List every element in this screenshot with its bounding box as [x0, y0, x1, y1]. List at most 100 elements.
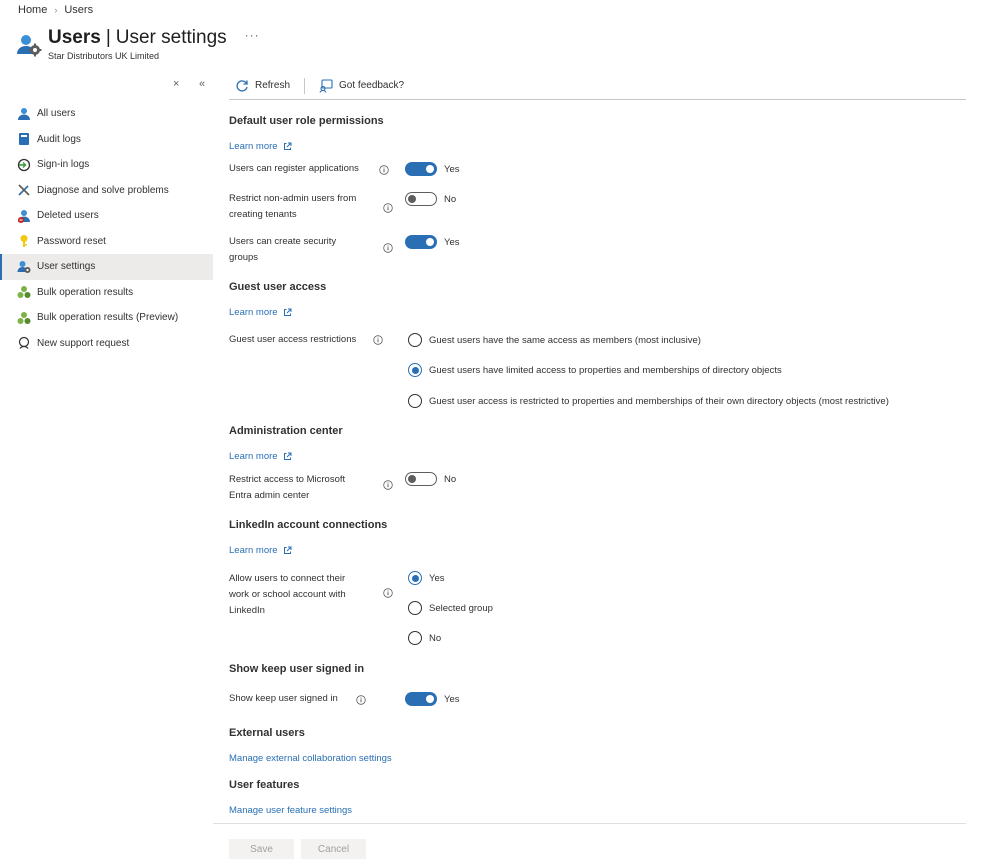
restrict-tenants-label: Restrict non-admin users from creating t…: [229, 193, 357, 220]
user-settings-icon: [17, 260, 31, 273]
user-icon: [18, 107, 30, 120]
radio-button-selected[interactable]: [408, 363, 422, 377]
restrict-tenants-toggle[interactable]: [405, 192, 437, 206]
bulk-icon: [17, 286, 31, 299]
register-apps-label: Users can register applications: [229, 163, 359, 174]
register-apps-toggle[interactable]: [405, 162, 437, 176]
admin-center-toggle-group: No: [405, 472, 456, 486]
chevron-right-icon: ›: [54, 5, 58, 15]
sidebar-item-label: Audit logs: [37, 133, 81, 145]
sidebar-item-new-support-request[interactable]: New support request: [0, 331, 213, 357]
sidebar-item-label: Password reset: [37, 235, 106, 247]
command-bar: Refresh Got feedback?: [229, 72, 966, 100]
save-button[interactable]: Save: [229, 839, 294, 859]
sidebar-item-deleted-users[interactable]: Deleted users: [0, 203, 213, 229]
page-header: Users | User settings Star Distributors UK…: [16, 26, 260, 61]
admin-center-toggle[interactable]: [405, 472, 437, 486]
external-link-icon: [283, 546, 292, 554]
refresh-icon: [236, 79, 248, 92]
sign-in-icon: [17, 158, 31, 171]
security-groups-label: Users can create security groups: [229, 236, 337, 263]
guest-option-limited[interactable]: Guest users have limited access to prope…: [408, 363, 782, 377]
close-icon[interactable]: ×: [173, 78, 179, 90]
user-settings-icon: [17, 35, 42, 57]
tools-icon: [18, 184, 30, 196]
radio-button-selected[interactable]: [408, 571, 422, 585]
sidebar-item-label: Deleted users: [37, 210, 99, 222]
linkedin-label: Allow users to connect their work or sch…: [229, 573, 346, 616]
info-icon[interactable]: [383, 243, 393, 253]
sidebar-item-audit-logs[interactable]: Audit logs: [0, 127, 213, 153]
guest-option-restrictive[interactable]: Guest user access is restricted to prope…: [408, 394, 889, 408]
sidebar-item-all-users[interactable]: All users: [0, 101, 213, 127]
radio-button[interactable]: [408, 394, 422, 408]
linkedin-option-yes[interactable]: Yes: [408, 571, 445, 585]
sidebar-item-label: Bulk operation results (Preview): [37, 312, 179, 324]
sidebar-item-label: Bulk operation results: [37, 286, 134, 298]
register-apps-toggle-group: Yes: [405, 162, 460, 176]
breadcrumb: Home › Users: [18, 4, 93, 16]
security-groups-toggle-group: Yes: [405, 235, 460, 249]
section-title-admin-center: Administration center: [229, 425, 343, 437]
guest-option-inclusive[interactable]: Guest users have the same access as memb…: [408, 333, 701, 347]
sidebar-item-label: Sign-in logs: [37, 159, 90, 171]
info-icon[interactable]: [383, 480, 393, 490]
cancel-button[interactable]: Cancel: [301, 839, 366, 859]
page-subtitle: Star Distributors UK Limited: [48, 51, 160, 61]
radio-button[interactable]: [408, 333, 422, 347]
info-icon[interactable]: [383, 203, 393, 213]
refresh-button[interactable]: Refresh: [235, 79, 290, 93]
sidebar-item-user-settings[interactable]: User settings: [0, 254, 213, 280]
sidebar-item-sign-in-logs[interactable]: Sign-in logs: [0, 152, 213, 178]
section-title-default-role: Default user role permissions: [229, 115, 384, 127]
radio-button[interactable]: [408, 631, 422, 645]
bulk-icon: [17, 311, 31, 324]
external-link-icon: [283, 308, 292, 316]
sidebar-item-label: User settings: [37, 261, 96, 273]
sidebar-item-label: Diagnose and solve problems: [37, 184, 169, 196]
more-options-button[interactable]: ···: [245, 28, 260, 42]
guest-restrictions-label: Guest user access restrictions: [229, 334, 357, 345]
toggle-state-text: Yes: [444, 163, 460, 175]
linkedin-option-selected-group[interactable]: Selected group: [408, 601, 493, 615]
info-icon[interactable]: [373, 335, 383, 345]
learn-more-link[interactable]: Learn more: [229, 545, 292, 556]
collapse-sidebar-icon[interactable]: «: [199, 78, 205, 90]
info-icon[interactable]: [379, 165, 389, 175]
learn-more-link[interactable]: Learn more: [229, 451, 292, 462]
restrict-tenants-toggle-group: No: [405, 192, 456, 206]
deleted-user-icon: [18, 209, 30, 223]
external-link-icon: [283, 452, 292, 460]
toggle-state-text: No: [444, 193, 457, 205]
learn-more-link[interactable]: Learn more: [229, 141, 292, 152]
sidebar-item-bulk-results-preview[interactable]: Bulk operation results (Preview): [0, 305, 213, 331]
external-link-icon: [283, 142, 292, 150]
kmsi-toggle[interactable]: [405, 692, 437, 706]
learn-more-link[interactable]: Learn more: [229, 307, 292, 318]
sidebar-item-bulk-results[interactable]: Bulk operation results: [0, 280, 213, 306]
kmsi-label: Show keep user signed in: [229, 693, 338, 704]
section-title-kmsi: Show keep user signed in: [229, 663, 365, 675]
section-title-features: User features: [229, 779, 300, 791]
admin-center-label: Restrict access to Microsoft Entra admin…: [229, 474, 346, 501]
breadcrumb-users[interactable]: Users: [64, 4, 93, 16]
breadcrumb-home[interactable]: Home: [18, 4, 47, 16]
feedback-button[interactable]: Got feedback?: [319, 78, 404, 93]
toolbar-divider: [304, 77, 306, 94]
toggle-state-text: No: [444, 473, 457, 485]
security-groups-toggle[interactable]: [405, 235, 437, 249]
linkedin-option-no[interactable]: No: [408, 631, 441, 645]
info-icon[interactable]: [383, 588, 393, 598]
footer-divider: [213, 823, 966, 824]
info-icon[interactable]: [356, 695, 366, 705]
section-title-external: External users: [229, 727, 305, 739]
sidebar-item-password-reset[interactable]: Password reset: [0, 229, 213, 255]
sidebar-item-label: New support request: [37, 337, 130, 349]
key-icon: [20, 235, 28, 248]
kmsi-toggle-group: Yes: [405, 692, 460, 706]
radio-button[interactable]: [408, 601, 422, 615]
user-feature-settings-link[interactable]: Manage user feature settings: [229, 805, 352, 816]
book-icon: [19, 133, 29, 146]
sidebar-item-diagnose[interactable]: Diagnose and solve problems: [0, 178, 213, 204]
external-collaboration-link[interactable]: Manage external collaboration settings: [229, 753, 392, 764]
